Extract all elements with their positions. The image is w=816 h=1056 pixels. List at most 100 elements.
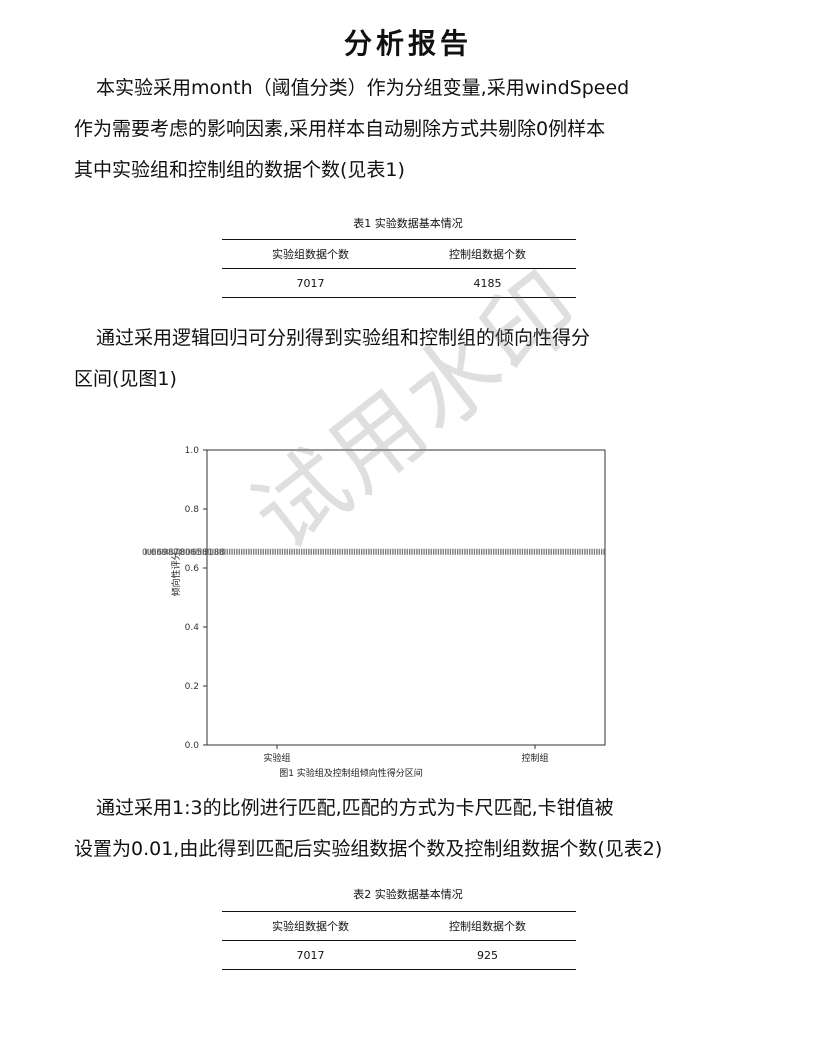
data-point [241, 548, 243, 555]
page-title: 分析报告 [343, 27, 472, 60]
data-point [325, 548, 327, 555]
data-point [380, 548, 382, 555]
y-tick-label: 0.8 [185, 505, 200, 515]
data-point [322, 548, 324, 555]
data-point [231, 548, 233, 555]
data-point [327, 548, 329, 555]
data-point [248, 548, 250, 555]
data-point [442, 548, 444, 555]
data-point [267, 548, 269, 555]
overlap-label: 0.6698780658188 [142, 548, 225, 558]
data-point [557, 548, 560, 555]
table-header-cell: 控制组数据个数 [449, 920, 526, 933]
data-point [298, 548, 300, 555]
data-point [447, 548, 449, 555]
data-point [449, 548, 452, 555]
table-header-cell: 实验组数据个数 [272, 248, 349, 261]
data-point [562, 548, 564, 555]
y-tick-label: 1.0 [185, 446, 200, 456]
table1-caption: 表1 实验数据基本情况 [353, 217, 463, 230]
data-point [332, 548, 334, 555]
data-point [593, 548, 596, 555]
data-point [236, 548, 238, 555]
data-point [421, 548, 423, 555]
data-point [488, 548, 490, 555]
data-point [375, 548, 377, 555]
data-point [531, 548, 533, 555]
data-point [308, 548, 310, 555]
paragraph-line: 其中实验组和控制组的数据个数(见表1) [74, 159, 405, 181]
data-point [265, 548, 267, 555]
data-point [560, 548, 562, 555]
data-point [387, 548, 389, 555]
data-point [296, 548, 298, 555]
data-point [469, 548, 471, 555]
data-point [517, 548, 519, 555]
data-point [493, 548, 495, 555]
data-point [289, 548, 291, 555]
table2: 实验组数据个数 控制组数据个数 7017 925 [222, 911, 576, 970]
data-point [495, 548, 497, 555]
data-point [291, 548, 293, 555]
table-header-row: 实验组数据个数 控制组数据个数 [222, 911, 576, 941]
data-point [399, 548, 401, 555]
table-cell: 925 [477, 948, 498, 962]
data-point [565, 548, 567, 555]
data-point [310, 548, 312, 555]
data-point [440, 548, 442, 555]
data-point [274, 548, 276, 555]
data-point [361, 548, 363, 555]
data-point [243, 548, 245, 555]
data-point [341, 548, 344, 555]
data-point [589, 548, 591, 555]
data-point [579, 548, 581, 555]
data-point [339, 548, 341, 555]
data-point [466, 548, 468, 555]
data-point [603, 548, 605, 555]
data-point [238, 548, 240, 555]
data-point [277, 548, 279, 555]
data-point [545, 548, 548, 555]
paragraph-grouping: 本实验采用month（阈值分类）作为分组变量,采用windSpeed 作为需要考… [74, 68, 774, 191]
data-point [548, 548, 550, 555]
data-point [591, 548, 593, 555]
data-point [512, 548, 514, 555]
data-point [260, 548, 262, 555]
data-point [370, 548, 372, 555]
data-point [471, 548, 473, 555]
data-point [257, 548, 260, 555]
data-point [406, 548, 408, 555]
paragraph-line: 本实验采用month（阈值分类）作为分组变量,采用windSpeed [96, 77, 630, 99]
data-point [430, 548, 432, 555]
data-point [529, 548, 531, 555]
data-point [428, 548, 430, 555]
data-point [577, 548, 579, 555]
data-point [601, 548, 603, 555]
data-point [550, 548, 552, 555]
y-axis-label: 倾向性评分 [170, 551, 182, 596]
data-point [233, 548, 236, 555]
data-point [461, 548, 464, 555]
paragraph-line: 设置为0.01,由此得到匹配后实验组数据个数及控制组数据个数(见表2) [74, 838, 663, 860]
x-tick-label: 控制组 [521, 752, 548, 764]
data-point [313, 548, 315, 555]
data-point [351, 548, 353, 555]
data-point [423, 548, 425, 555]
data-point [320, 548, 322, 555]
data-point [329, 548, 332, 555]
data-point [514, 548, 516, 555]
data-point [284, 548, 286, 555]
data-point [543, 548, 545, 555]
data-point [334, 548, 336, 555]
data-point [526, 548, 528, 555]
data-point [509, 548, 512, 555]
data-point [435, 548, 437, 555]
data-point [569, 548, 572, 555]
data-point [409, 548, 411, 555]
data-point [281, 548, 284, 555]
data-point [500, 548, 502, 555]
data-point [524, 548, 526, 555]
data-point [301, 548, 303, 555]
chart-caption: 图1 实验组及控制组倾向性得分区间 [279, 767, 423, 779]
data-point [404, 548, 406, 555]
